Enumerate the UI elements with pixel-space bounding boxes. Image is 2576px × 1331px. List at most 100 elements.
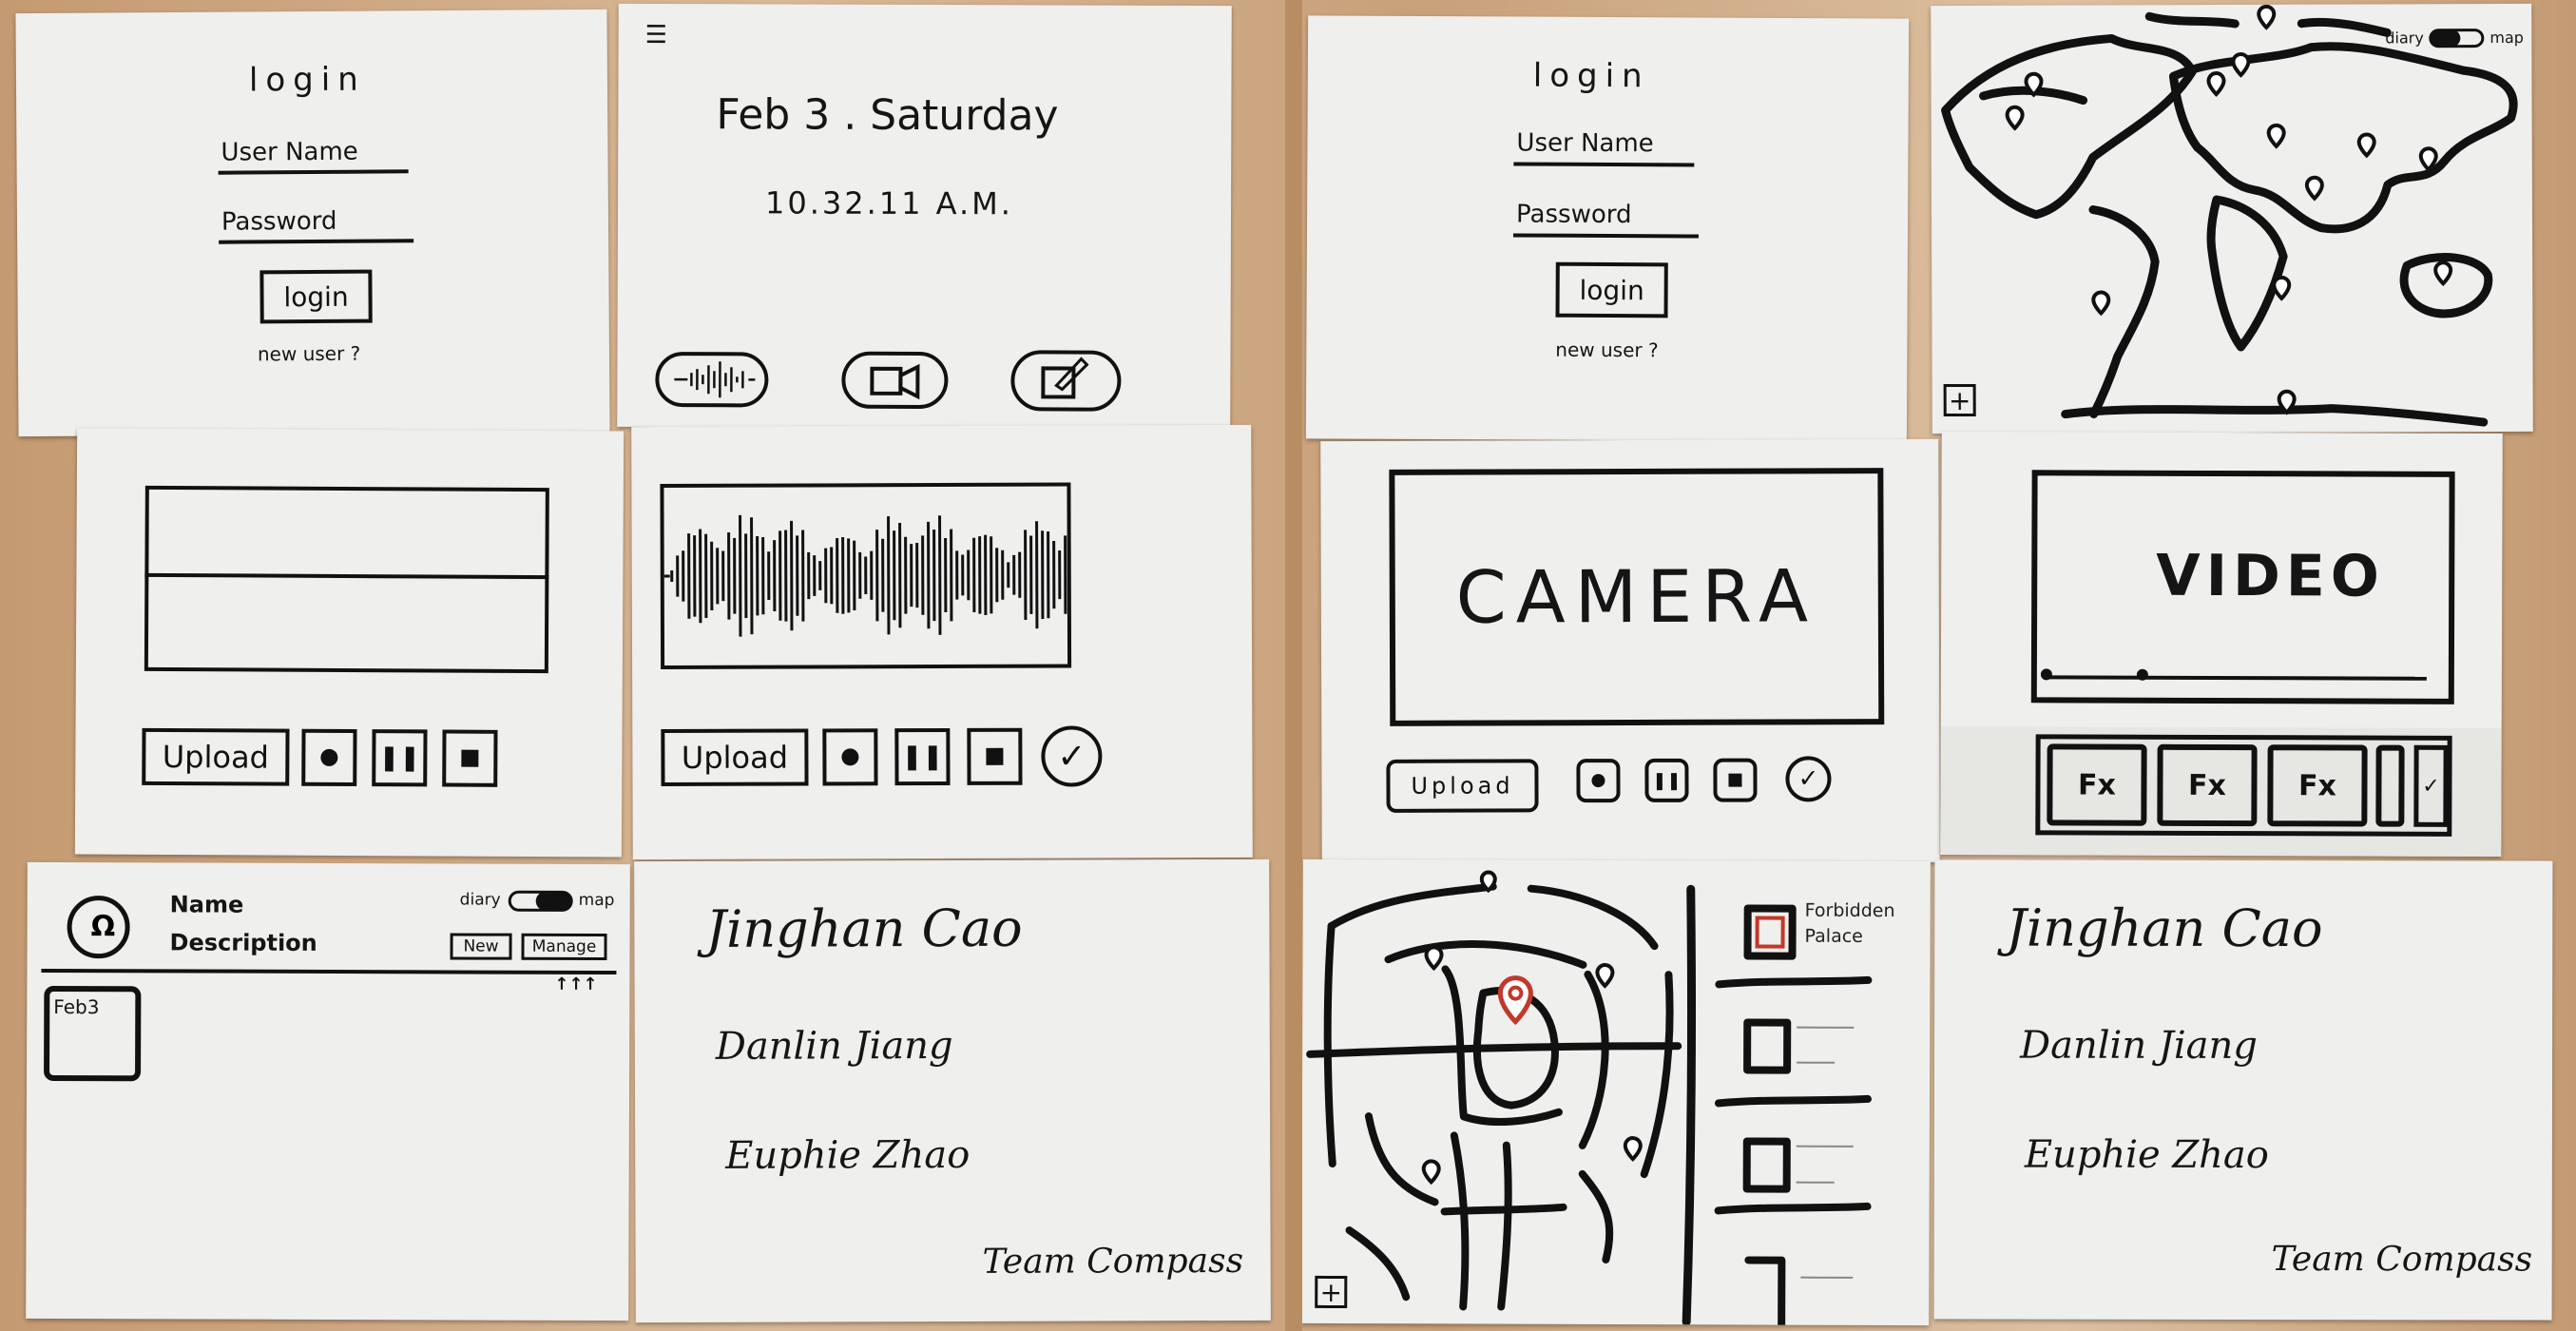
record-icon [841, 748, 859, 766]
local-map-card: Forbidden Palace + [1301, 858, 1931, 1326]
map-pins[interactable] [2005, 4, 2453, 415]
plus-icon: + [1948, 384, 1971, 416]
effect-button-4[interactable] [2375, 744, 2405, 827]
credit-name-3: Euphie Zhao [725, 1132, 971, 1178]
credits-card-right: Jinghan Cao Danlin Jiang Euphie Zhao Tea… [1933, 859, 2553, 1321]
new-user-link[interactable]: new user ? [258, 342, 360, 366]
audio-recorder-card: Upload ❚❚ ✓ [631, 424, 1253, 860]
progress-handle[interactable] [2136, 668, 2148, 681]
password-label: Password [1515, 200, 1632, 230]
pause-button[interactable]: ❚❚ [1644, 758, 1689, 802]
login-screen-card: login User Name Password login new user … [15, 9, 610, 437]
camera-label: CAMERA [1455, 553, 1818, 640]
username-input[interactable] [1513, 162, 1695, 167]
stop-icon [986, 747, 1004, 765]
world-map-card: diary map + [1931, 3, 2533, 434]
username-label: User Name [221, 137, 358, 167]
camera-screen-card: CAMERA Upload ❚❚ ✓ [1320, 438, 1940, 865]
video-record-button[interactable] [841, 351, 949, 409]
home-action-buttons [655, 350, 1122, 412]
camera-viewfinder: CAMERA [1389, 468, 1885, 726]
new-button[interactable]: New [450, 933, 512, 960]
manage-button[interactable]: Manage [521, 933, 607, 961]
username-label: User Name [1516, 128, 1654, 159]
effect-button-1[interactable]: Fx [2047, 743, 2147, 826]
place-label-line1: Forbidden [1804, 899, 1895, 922]
username-input[interactable] [218, 169, 409, 175]
record-button[interactable] [822, 728, 878, 786]
avatar[interactable]: Ω [67, 896, 130, 959]
toggle-knob [535, 891, 572, 911]
effect-button-3[interactable]: Fx [2267, 744, 2368, 827]
diary-entry-tile[interactable]: Feb3 [44, 985, 142, 1082]
confirm-button[interactable]: ✓ [1785, 756, 1832, 802]
video-camera-icon [870, 366, 903, 395]
stop-button[interactable] [442, 729, 498, 787]
streets [1306, 882, 1873, 1326]
profile-description: Description [169, 929, 317, 956]
pause-button[interactable]: ❚❚ [894, 727, 951, 786]
world-map [1941, 4, 2518, 427]
user-icon: Ω [90, 910, 116, 944]
prototype-board: login User Name Password login new user … [0, 0, 2576, 1331]
pause-icon: ❚❚ [1652, 770, 1682, 791]
header-divider [41, 968, 617, 975]
pause-icon: ❚❚ [901, 742, 944, 772]
write-note-button[interactable] [1010, 350, 1122, 412]
toggle-map-label: map [2489, 28, 2524, 48]
place-label-line2: Palace [1804, 925, 1863, 947]
upload-button[interactable]: Upload [1386, 759, 1539, 813]
credit-name-2: Danlin Jiang [715, 1023, 953, 1069]
check-icon: ✓ [2422, 774, 2440, 799]
video-screen-card: VIDEO Fx Fx Fx ✓ [1940, 431, 2503, 858]
content-preview-area [144, 485, 549, 674]
upload-button[interactable]: Upload [661, 728, 809, 787]
login-button[interactable]: login [1555, 261, 1668, 318]
stop-icon [461, 749, 479, 767]
team-name: Team Compass [982, 1241, 1244, 1282]
stop-button[interactable] [967, 727, 1023, 785]
stop-icon [1728, 773, 1742, 787]
audio-record-button[interactable] [655, 352, 769, 408]
list-placeholder-lines [1796, 1026, 1855, 1279]
video-progress-bar[interactable] [2046, 675, 2427, 681]
login-screen-card-2: login User Name Password login new user … [1305, 15, 1910, 442]
upload-button[interactable]: Upload [142, 727, 290, 786]
confirm-button[interactable]: ✓ [1041, 725, 1103, 787]
add-entry-button[interactable]: + [1315, 1275, 1348, 1309]
pause-button[interactable]: ❚❚ [372, 729, 428, 787]
profile-screen-card: Ω Name Description diary map New Manage … [26, 861, 630, 1321]
check-icon: ✓ [1797, 764, 1819, 794]
credit-name-1: Jinghan Cao [2006, 897, 2323, 959]
password-label: Password [221, 206, 337, 237]
login-title: login [248, 60, 366, 100]
record-button[interactable] [1576, 759, 1621, 803]
place-thumbnail-highlight [1755, 916, 1785, 949]
password-input[interactable] [219, 239, 414, 244]
toggle-map-label: map [578, 890, 615, 911]
add-entry-button[interactable]: + [1943, 383, 1976, 417]
video-label: VIDEO [2156, 542, 2385, 610]
stop-button[interactable] [1713, 758, 1758, 802]
new-user-link[interactable]: new user ? [1555, 338, 1658, 362]
effects-confirm-button[interactable]: ✓ [2413, 744, 2449, 827]
record-button[interactable] [301, 728, 357, 787]
check-icon: ✓ [1057, 736, 1086, 777]
sort-icon[interactable]: ↑↑↑ [554, 974, 597, 994]
diary-map-toggle[interactable] [2429, 29, 2485, 48]
pause-icon: ❚❚ [378, 743, 421, 773]
recorder-empty-card: Upload ❚❚ [74, 428, 625, 858]
video-player: VIDEO [2030, 470, 2455, 704]
waveform-display [660, 482, 1072, 670]
diary-map-toggle[interactable] [508, 890, 573, 912]
plus-icon: + [1319, 1276, 1343, 1308]
effect-button-2[interactable]: Fx [2157, 743, 2258, 827]
toggle-diary-label: diary [459, 890, 501, 910]
record-icon [320, 748, 338, 766]
login-button[interactable]: login [260, 269, 373, 324]
toggle-knob [2430, 29, 2461, 48]
password-input[interactable] [1512, 233, 1699, 239]
waveform-graphic [663, 514, 1067, 637]
diary-entry-label: Feb3 [53, 994, 100, 1019]
home-screen-card: ☰ Feb 3 . Saturday 10.32.11 A.M. [617, 3, 1232, 430]
